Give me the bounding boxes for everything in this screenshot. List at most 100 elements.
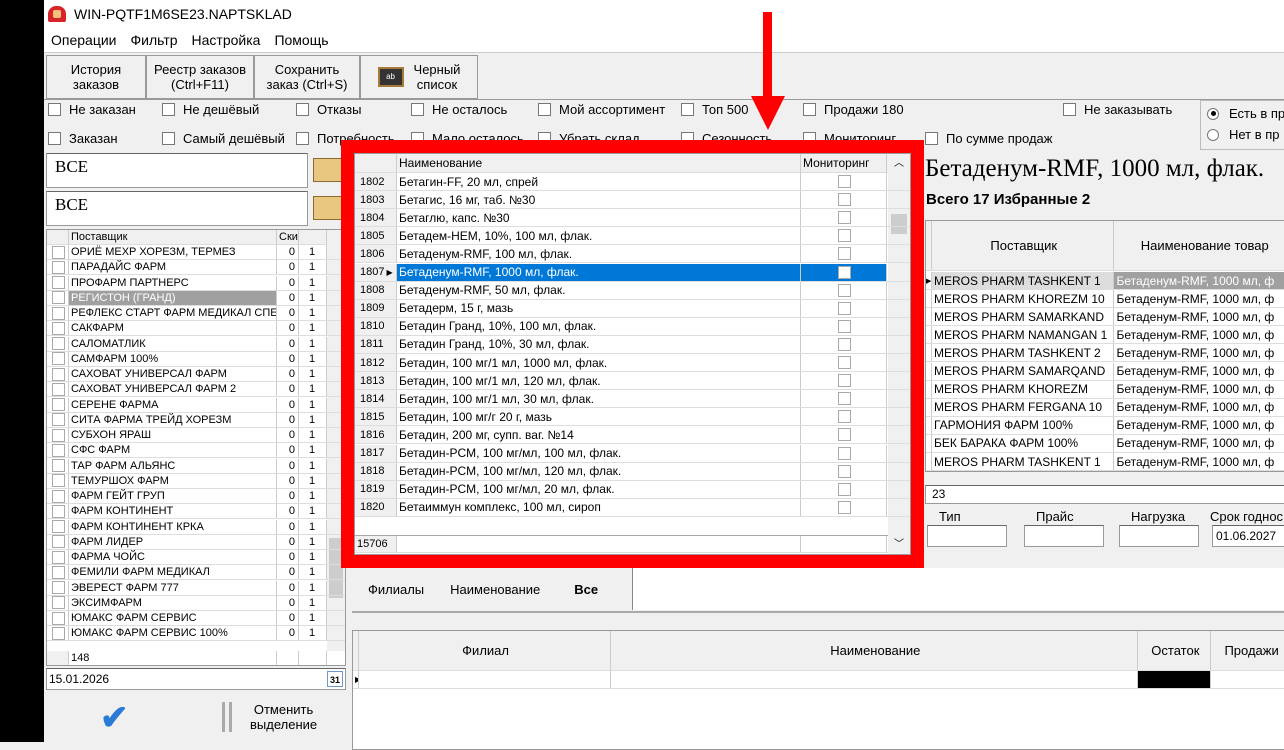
supplier-checkbox[interactable] <box>52 260 65 274</box>
tab-name[interactable]: Наименование <box>450 582 540 597</box>
offer-row[interactable]: MEROS PHARM TASHKENT 1 Бетаденум-RMF, 100… <box>926 453 1284 471</box>
filter-checkbox[interactable]: Мало осталось <box>411 131 524 146</box>
offer-row[interactable]: MEROS PHARM KHOREZM Бетаденум-RMF, 1000 м… <box>926 380 1284 399</box>
product-row[interactable]: 1811 Бетадин Гранд, 10%, 30 мл, флак. <box>355 335 910 354</box>
monitoring-checkbox[interactable] <box>838 229 851 243</box>
supplier-row[interactable]: ТЕМУРШОХ ФАРМ 0 1 <box>47 473 345 489</box>
monitoring-checkbox[interactable] <box>838 446 851 460</box>
supplier-checkbox[interactable] <box>52 565 65 579</box>
col-name[interactable]: Наименование <box>611 631 1139 670</box>
supplier-row[interactable]: ФЕМИЛИ ФАРМ МЕДИКАЛ 0 1 <box>47 565 345 581</box>
supplier-checkbox[interactable] <box>52 306 65 320</box>
product-row[interactable]: 1809 Бетадерм, 15 г, мазь <box>355 299 910 318</box>
supplier-checkbox[interactable] <box>52 581 65 594</box>
offer-row[interactable]: БЕК БАРАКА ФАРМ 100% Бетаденум-RMF, 1000 … <box>926 434 1284 453</box>
offer-row[interactable]: MEROS PHARM FERGANA 10 Бетаденум-RMF, 100… <box>926 398 1284 417</box>
supplier-row[interactable]: РЕГИСТОН (ГРАНД) 0 1 <box>47 290 345 306</box>
supplier-row[interactable]: ФАРМ ГЕЙТ ГРУП 0 1 <box>47 489 345 504</box>
filter-checkbox[interactable]: Мой ассортимент <box>538 102 665 117</box>
supplier-checkbox[interactable] <box>52 459 65 472</box>
supplier-row[interactable]: ФАРМ КОНТИНЕНТ КРКА 0 1 <box>47 519 345 535</box>
offer-row[interactable]: MEROS PHARM TASHKENT 2 Бетаденум-RMF, 100… <box>926 344 1284 363</box>
radio-not-in-stock[interactable]: Нет в пр <box>1207 127 1280 142</box>
blacklist-button[interactable]: ab Черный список <box>360 55 478 99</box>
filter-checkbox[interactable]: Мониторинг <box>803 131 896 146</box>
calendar-icon[interactable]: 31 <box>327 671 343 687</box>
product-row[interactable]: 1816 Бетадин, 200 мг, супп. ваг. №14 <box>355 426 910 445</box>
col-branch[interactable]: Филиал <box>359 631 612 670</box>
supplier-row[interactable]: ТАР ФАРМ АЛЬЯНС 0 1 <box>47 458 345 474</box>
order-history-button[interactable]: История заказов <box>46 55 146 99</box>
cancel-selection-button[interactable]: Отменить выделение <box>250 702 317 732</box>
supplier-checkbox[interactable] <box>52 382 65 396</box>
supplier-row[interactable]: ЮМАКС ФАРМ СЕРВИС 100% 0 1 <box>47 626 345 642</box>
supplier-checkbox[interactable] <box>52 367 65 381</box>
filter-checkbox[interactable]: Сезонность <box>681 131 772 146</box>
supplier-row[interactable]: САЛОМАТЛИК 0 1 <box>47 336 345 352</box>
supplier-checkbox[interactable] <box>52 474 65 488</box>
supplier-checkbox[interactable] <box>52 428 65 442</box>
offer-row[interactable]: MEROS PHARM SAMARKAND Бетаденум-RMF, 1000… <box>926 308 1284 327</box>
monitoring-checkbox[interactable] <box>838 319 851 333</box>
monitoring-checkbox[interactable] <box>838 374 851 388</box>
menu-item[interactable]: Настройка <box>185 32 268 48</box>
supplier-row[interactable]: СИТА ФАРМА ТРЕЙД ХОРЕЗМ 0 1 <box>47 412 345 428</box>
monitoring-checkbox[interactable] <box>838 500 851 514</box>
offer-row[interactable]: MEROS PHARM SAMARQAND Бетаденум-RMF, 1000… <box>926 362 1284 381</box>
product-row[interactable]: 1807 ▶ Бетаденум-RMF, 1000 мл, флак. <box>355 263 910 282</box>
tab-all[interactable]: Все <box>574 582 598 597</box>
monitoring-checkbox[interactable] <box>838 356 851 369</box>
supplier-row[interactable]: ФАРМ КОНТИНЕНТ 0 1 <box>47 504 345 520</box>
supplier-row[interactable]: СЕРЕНЕ ФАРМА 0 1 <box>47 397 345 413</box>
supplier-checkbox[interactable] <box>52 291 65 305</box>
supplier-row[interactable]: СУБХОН ЯРАШ 0 1 <box>47 428 345 443</box>
supplier-checkbox[interactable] <box>52 443 65 457</box>
supplier-checkbox[interactable] <box>52 596 65 610</box>
supplier-row[interactable]: ПАРАДАЙС ФАРМ 0 1 <box>47 260 345 276</box>
supplier-checkbox[interactable] <box>52 352 65 366</box>
filter-checkbox[interactable]: Самый дешёвый <box>162 131 285 146</box>
menu-item[interactable]: Фильтр <box>124 32 185 48</box>
field-input[interactable]: 01.06.2027 <box>1212 525 1284 547</box>
product-row[interactable]: 1818 Бетадин-PCM, 100 мг/мл, 120 мл, флак… <box>355 462 910 481</box>
monitoring-checkbox[interactable] <box>838 392 851 406</box>
product-row[interactable]: 1812 Бетадин, 100 мг/1 мл, 1000 мл, флак. <box>355 354 910 372</box>
col-name[interactable]: Наименование <box>397 154 801 172</box>
offer-row[interactable]: MEROS PHARM KHOREZM 10 Бетаденум-RMF, 100… <box>926 290 1284 309</box>
filter-checkbox[interactable]: Не заказан <box>48 102 136 117</box>
monitoring-checkbox[interactable] <box>838 175 851 188</box>
filter-checkbox[interactable]: Не осталось <box>411 102 507 117</box>
filter-checkbox[interactable]: Заказан <box>48 131 118 146</box>
supplier-checkbox[interactable] <box>52 398 65 411</box>
offer-row[interactable]: MEROS PHARM NAMANGAN 1 Бетаденум-RMF, 100… <box>926 326 1284 345</box>
supplier-row[interactable]: РЕФЛЕКС СТАРТ ФАРМ МЕДИКАЛ СПЕЦ 0 1 <box>47 306 345 321</box>
supplier-row[interactable]: ОРИЁ МЕХР ХОРЕЗМ, ТЕРМЕЗ 0 1 <box>47 245 345 260</box>
supplier-checkbox[interactable] <box>52 535 65 549</box>
supplier-row[interactable]: САКФАРМ 0 1 <box>47 321 345 337</box>
product-row[interactable]: 1802 Бетагин-FF, 20 мл, спрей <box>355 173 910 191</box>
product-row[interactable]: 1806 Бетаденум-RMF, 100 мл, флак. <box>355 245 910 264</box>
book-icon[interactable] <box>313 158 343 182</box>
product-row[interactable]: 1814 Бетадин, 100 мг/1 мл, 30 мл, флак. <box>355 390 910 409</box>
supplier-row[interactable]: ЭКСИМФАРМ 0 1 <box>47 595 345 611</box>
product-row[interactable]: 1804 Бетаглю, капс. №30 <box>355 209 910 228</box>
order-registry-button[interactable]: Реестр заказов (Ctrl+F11) <box>146 55 254 99</box>
monitoring-checkbox[interactable] <box>838 428 851 442</box>
field-input[interactable] <box>1024 525 1104 547</box>
menu-item[interactable]: Помощь <box>267 32 335 48</box>
product-row[interactable]: 1805 Бетадем-НЕМ, 10%, 100 мл, флак. <box>355 227 910 246</box>
filter-checkbox[interactable]: По сумме продаж <box>925 131 1052 146</box>
supplier-checkbox[interactable] <box>52 276 65 289</box>
supplier-row[interactable]: ПРОФАРМ ПАРТНЕРС 0 1 <box>47 275 345 291</box>
monitoring-checkbox[interactable] <box>838 410 851 424</box>
supplier-checkbox[interactable] <box>52 520 65 533</box>
supplier-checkbox[interactable] <box>52 245 65 259</box>
filter-checkbox[interactable]: Продажи 180 <box>803 102 904 117</box>
col-monitoring[interactable]: Мониторинг <box>801 154 887 172</box>
monitoring-checkbox[interactable] <box>838 265 851 279</box>
product-row[interactable]: 1803 Бетагис, 16 мг, таб. №30 <box>355 191 910 210</box>
supplier-row[interactable]: ЮМАКС ФАРМ СЕРВИС 0 1 <box>47 611 345 626</box>
col-ski[interactable]: Ски <box>277 230 299 244</box>
supplier-row[interactable]: САМФАРМ 100% 0 1 <box>47 351 345 367</box>
monitoring-checkbox[interactable] <box>838 247 851 261</box>
